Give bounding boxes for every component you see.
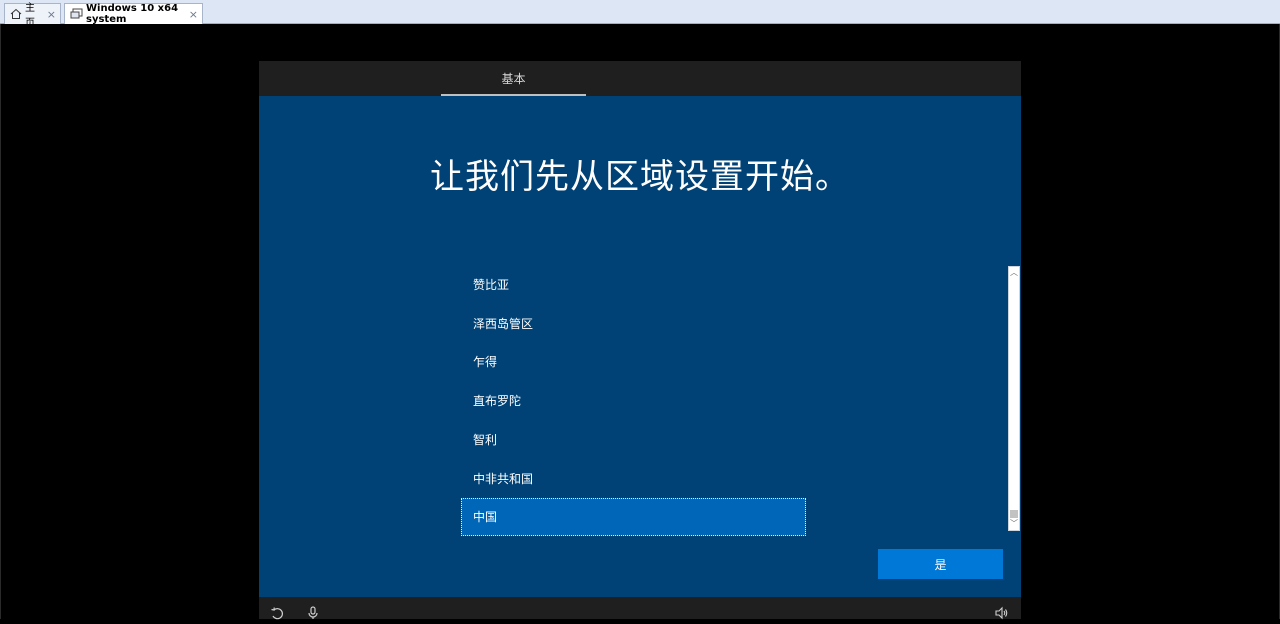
region-list-scrollbar[interactable]: ︿ ﹀: [1008, 266, 1020, 531]
host-tab-vm-label: Windows 10 x64 system: [86, 3, 179, 25]
list-item[interactable]: 赞比亚: [461, 266, 806, 304]
volume-icon[interactable]: [995, 605, 1009, 620]
list-item[interactable]: 乍得: [461, 343, 806, 381]
microphone-icon[interactable]: [306, 605, 320, 619]
region-list[interactable]: 赞比亚 泽西岛管区 乍得 直布罗陀 智利 中非共和国 中国 ︿ ﹀: [461, 266, 1020, 537]
region-list-items: 赞比亚 泽西岛管区 乍得 直布罗陀 智利 中非共和国 中国: [461, 266, 806, 537]
list-item[interactable]: 中非共和国: [461, 460, 806, 498]
page-title: 让我们先从区域设置开始。: [430, 157, 850, 197]
list-item[interactable]: 直布罗陀: [461, 382, 806, 420]
oobe-header-bar: 基本: [259, 61, 1021, 96]
host-tab-vm[interactable]: Windows 10 x64 system ×: [64, 3, 203, 25]
vm-icon: [70, 7, 83, 21]
list-item[interactable]: 中国: [461, 498, 806, 537]
tab-basic: 基本: [441, 61, 586, 96]
close-icon[interactable]: ×: [189, 8, 198, 21]
vm-host-tab-bar: 主页 × Windows 10 x64 system ×: [0, 0, 1280, 29]
oobe-bottom-bar: [259, 597, 1021, 620]
chevron-up-icon[interactable]: ︿: [1009, 267, 1019, 279]
chevron-down-icon[interactable]: ﹀: [1009, 518, 1019, 530]
scrollbar-thumb[interactable]: [1010, 510, 1018, 518]
host-tab-home[interactable]: 主页 ×: [4, 3, 61, 29]
home-icon: [10, 7, 22, 21]
list-item[interactable]: 智利: [461, 421, 806, 459]
ease-of-access-icon[interactable]: [270, 605, 284, 620]
oobe-window: 基本 让我们先从区域设置开始。 赞比亚 泽西岛管区 乍得 直布罗陀 智利 中非共和国 中国 …: [259, 61, 1021, 620]
list-item[interactable]: 泽西岛管区: [461, 305, 806, 343]
yes-button[interactable]: 是: [878, 549, 1003, 579]
close-icon[interactable]: ×: [47, 8, 56, 21]
